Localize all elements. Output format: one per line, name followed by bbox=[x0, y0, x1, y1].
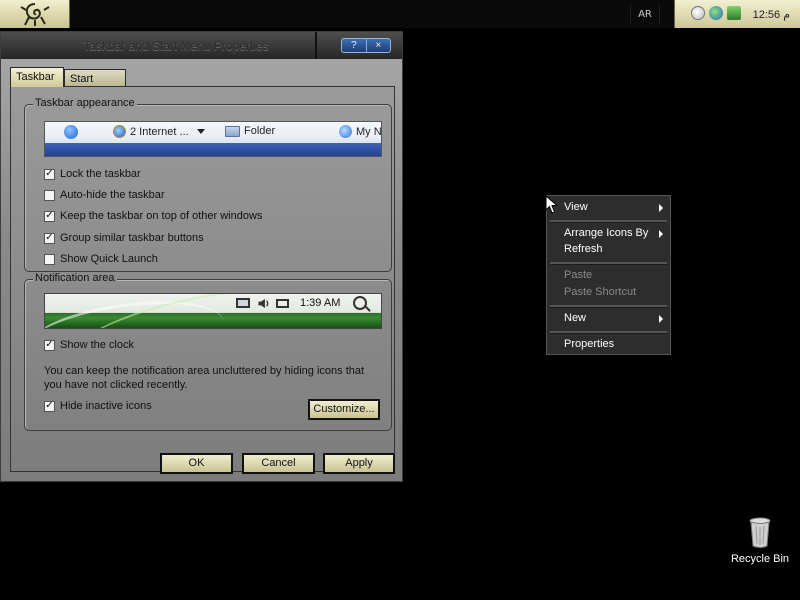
desktop-icon-recycle-bin[interactable]: Recycle Bin bbox=[726, 515, 794, 571]
checkbox[interactable]: ✓ bbox=[44, 168, 55, 180]
title-separator bbox=[315, 32, 317, 59]
submenu-arrow-icon bbox=[659, 230, 663, 238]
menu-item-refresh[interactable]: Refresh bbox=[547, 241, 670, 258]
cancel-button[interactable]: Cancel bbox=[242, 453, 315, 474]
option-label: Group similar taskbar buttons bbox=[60, 232, 204, 244]
menu-item-view[interactable]: View bbox=[547, 199, 670, 216]
submenu-arrow-icon bbox=[659, 204, 663, 212]
taskbar-preview: 2 Internet ... Folder My N bbox=[44, 121, 382, 157]
preview-folder-item: Folder bbox=[225, 125, 275, 137]
apply-button[interactable]: Apply bbox=[323, 453, 395, 474]
taskbar: AR 12:56 م bbox=[0, 0, 800, 28]
menu-item-label: View bbox=[564, 201, 588, 213]
menu-item-label: New bbox=[564, 312, 587, 324]
start-logo-icon bbox=[19, 3, 50, 26]
battery-icon bbox=[276, 299, 289, 308]
option-label: Hide inactive icons bbox=[60, 400, 152, 412]
menu-item-label: Refresh bbox=[564, 243, 603, 255]
internet-explorer-icon bbox=[113, 125, 126, 138]
menu-separator bbox=[550, 331, 667, 334]
hide-inactive-option[interactable]: ✓ Hide inactive icons bbox=[44, 398, 152, 414]
menu-item-label: Paste bbox=[564, 269, 593, 281]
menu-item-label: Properties bbox=[564, 338, 615, 350]
menu-separator bbox=[550, 305, 667, 308]
show-clock-option[interactable]: ✓ Show the clock bbox=[44, 337, 134, 353]
auto-hide-option[interactable]: Auto-hide the taskbar bbox=[44, 187, 165, 203]
checkbox[interactable] bbox=[44, 189, 55, 201]
desktop-icon-label: Recycle Bin bbox=[730, 553, 790, 565]
checkbox[interactable]: ✓ bbox=[44, 232, 55, 244]
taskbar-appearance-group: Taskbar appearance 2 Internet ... Folder bbox=[24, 97, 392, 272]
dialog-title: Taskbar and Start Menu Properties bbox=[83, 39, 269, 53]
option-label: Keep the taskbar on top of other windows bbox=[60, 210, 263, 222]
preview-label: Folder bbox=[244, 125, 276, 137]
group-buttons-option[interactable]: ✓ Group similar taskbar buttons bbox=[44, 230, 204, 246]
tab-taskbar[interactable]: Taskbar bbox=[10, 67, 64, 87]
folder-icon bbox=[225, 125, 240, 137]
notification-note: You can keep the notification area unclu… bbox=[44, 365, 365, 391]
apple-icon bbox=[64, 125, 78, 139]
notification-area-group: Notification area 1:39 AM ✓ Show the clo… bbox=[24, 272, 392, 431]
notification-preview: 1:39 AM bbox=[44, 293, 382, 329]
checkbox[interactable] bbox=[44, 253, 55, 265]
keep-on-top-option[interactable]: ✓ Keep the taskbar on top of other windo… bbox=[44, 208, 262, 224]
option-label: Auto-hide the taskbar bbox=[60, 189, 165, 201]
option-label: Show the clock bbox=[60, 339, 134, 351]
menu-item-new[interactable]: New bbox=[547, 310, 670, 327]
preview-start-item bbox=[64, 125, 78, 139]
preview-clock: 1:39 AM bbox=[300, 297, 341, 309]
close-button[interactable]: × bbox=[365, 39, 391, 52]
messenger-icon[interactable] bbox=[691, 6, 705, 20]
security-shield-icon[interactable] bbox=[727, 6, 741, 20]
menu-item-paste-shortcut[interactable]: Paste Shortcut bbox=[547, 284, 670, 301]
group-label: Notification area bbox=[33, 272, 117, 284]
checkbox[interactable]: ✓ bbox=[44, 210, 55, 222]
preview-internet-item: 2 Internet ... bbox=[113, 125, 205, 138]
tab-start-menu[interactable]: Start Menu bbox=[64, 69, 126, 103]
search-icon bbox=[353, 296, 367, 310]
system-tray: 12:56 م bbox=[674, 0, 800, 28]
menu-separator bbox=[550, 262, 667, 265]
start-button[interactable] bbox=[0, 0, 70, 28]
monitor-icon bbox=[236, 298, 250, 308]
ok-button[interactable]: OK bbox=[160, 453, 233, 474]
submenu-arrow-icon bbox=[659, 315, 663, 323]
preview-mycomputer-item: My N bbox=[339, 125, 382, 138]
help-button[interactable]: ? bbox=[342, 39, 366, 52]
title-button-group: ? × bbox=[341, 38, 391, 53]
taskbar-properties-dialog: Taskbar and Start Menu Properties ? × Ta… bbox=[0, 31, 403, 482]
mouse-cursor-icon bbox=[545, 195, 559, 214]
preview-label: 2 Internet ... bbox=[130, 125, 189, 138]
dropdown-arrow-icon bbox=[196, 129, 205, 134]
menu-item-arrange-icons[interactable]: Arrange Icons By bbox=[547, 225, 670, 242]
menu-item-label: Arrange Icons By bbox=[564, 227, 649, 239]
lock-taskbar-option[interactable]: ✓ Lock the taskbar bbox=[44, 166, 141, 182]
title-bar[interactable]: Taskbar and Start Menu Properties ? × bbox=[1, 32, 402, 59]
menu-item-properties[interactable]: Properties bbox=[547, 336, 670, 353]
menu-item-label: Paste Shortcut bbox=[564, 286, 637, 298]
globe-icon bbox=[339, 125, 352, 138]
option-label: Lock the taskbar bbox=[60, 168, 141, 180]
recycle-bin-icon bbox=[749, 517, 771, 548]
language-indicator[interactable]: AR bbox=[630, 5, 660, 23]
volume-icon bbox=[258, 298, 269, 309]
menu-item-paste[interactable]: Paste bbox=[547, 267, 670, 284]
customize-button[interactable]: Customize... bbox=[308, 399, 380, 420]
network-icon[interactable] bbox=[709, 6, 723, 20]
menu-separator bbox=[550, 220, 667, 223]
checkbox[interactable]: ✓ bbox=[44, 400, 55, 412]
desktop-context-menu: View Arrange Icons By Refresh Paste Past… bbox=[546, 195, 671, 355]
preview-strip bbox=[45, 143, 381, 156]
group-label: Taskbar appearance bbox=[33, 97, 137, 109]
clock[interactable]: 12:56 م bbox=[753, 8, 790, 21]
preview-label: My N bbox=[356, 125, 382, 138]
tab-panel: Taskbar appearance 2 Internet ... Folder bbox=[10, 86, 395, 472]
quick-launch-option[interactable]: Show Quick Launch bbox=[44, 251, 158, 267]
checkbox[interactable]: ✓ bbox=[44, 339, 55, 351]
option-label: Show Quick Launch bbox=[60, 253, 158, 265]
